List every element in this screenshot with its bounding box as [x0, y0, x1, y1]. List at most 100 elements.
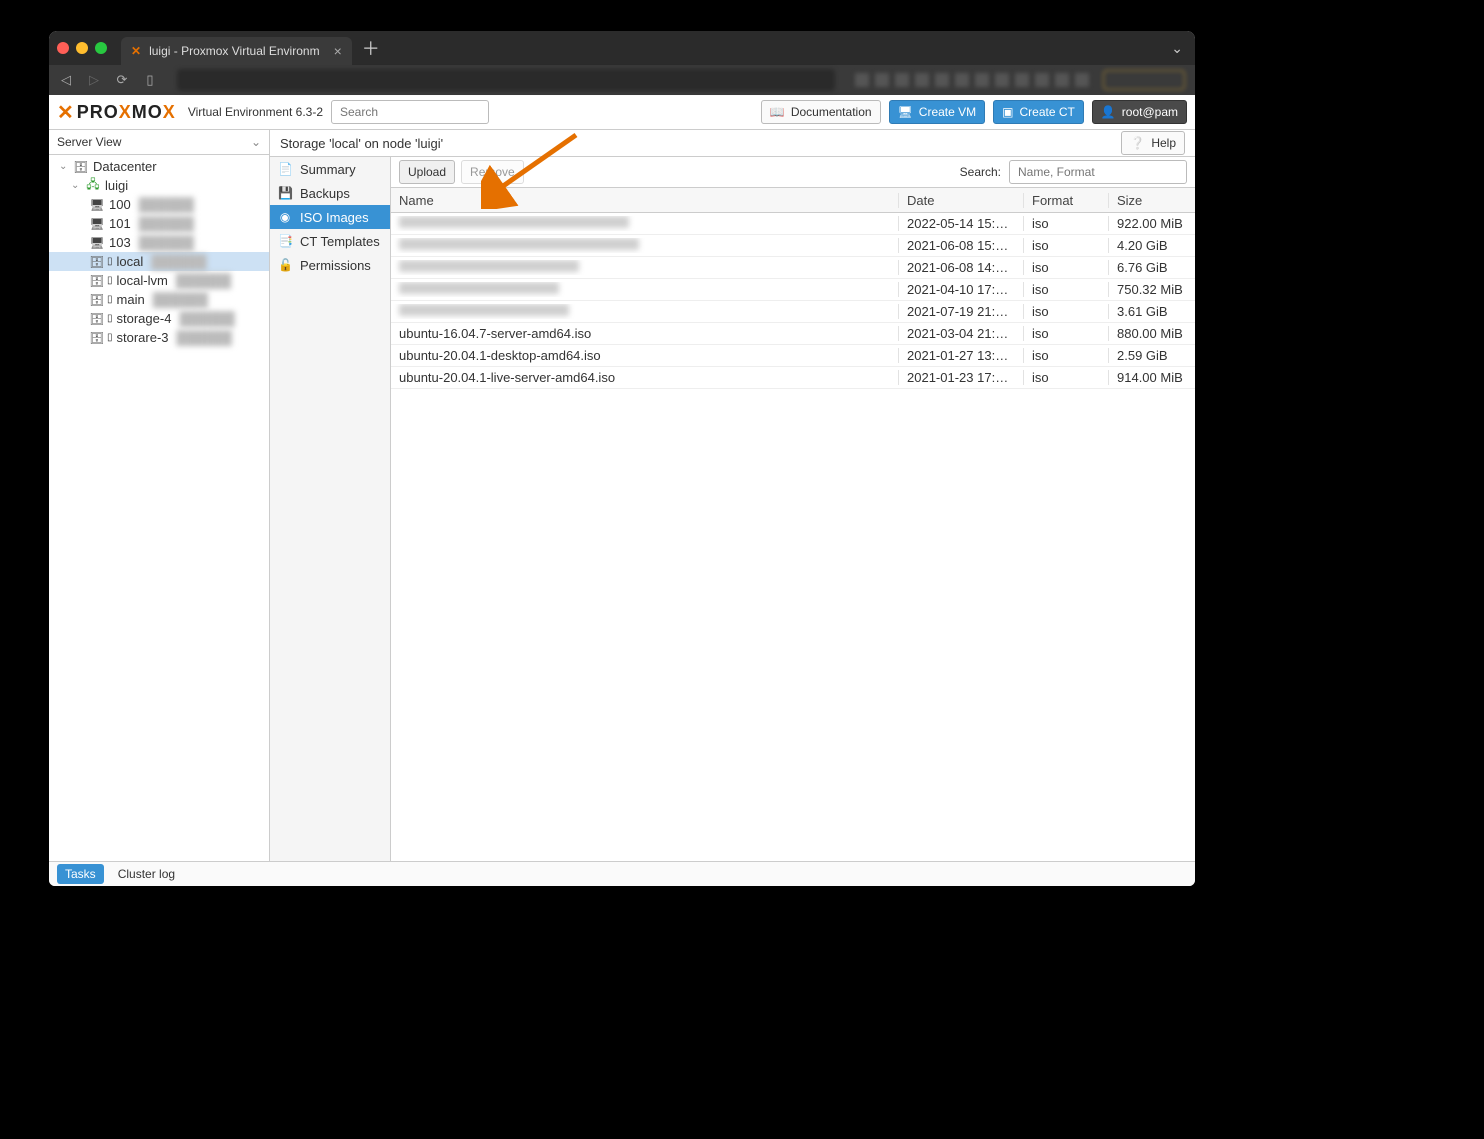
tree-vm-item[interactable]: 🖥103██████ — [49, 233, 269, 252]
proxmox-logo[interactable]: ✕ PROXMOX — [57, 100, 176, 125]
tree-storage-item[interactable]: 🗄▯storage-4██████ — [49, 309, 269, 328]
tab-label: Permissions — [300, 258, 371, 273]
cell-size: 922.00 MiB — [1109, 216, 1195, 231]
global-search-input[interactable] — [331, 100, 489, 124]
tree-datacenter[interactable]: ⌄ 🗄 Datacenter — [49, 157, 269, 176]
redacted-name — [399, 282, 559, 294]
subtab-summary[interactable]: 📄Summary — [270, 157, 390, 181]
table-row[interactable]: ubuntu-16.04.7-server-amd64.iso2021-03-0… — [391, 323, 1195, 345]
reader-icon[interactable]: ▯ — [143, 72, 157, 88]
tree-storage-item[interactable]: 🗄▯local██████ — [49, 252, 269, 271]
expand-icon: ⌄ — [71, 180, 81, 191]
table-row[interactable]: ubuntu-20.04.1-desktop-amd64.iso2021-01-… — [391, 345, 1195, 367]
col-format[interactable]: Format — [1024, 193, 1109, 208]
maximize-window-icon[interactable] — [95, 42, 107, 54]
col-name[interactable]: Name — [391, 193, 899, 208]
redacted-label: ██████ — [139, 197, 194, 212]
user-menu-button[interactable]: 👤root@pam — [1092, 100, 1187, 124]
table-row[interactable]: 2021-07-19 21:40:47iso3.61 GiB — [391, 301, 1195, 323]
profile-button[interactable] — [1103, 70, 1185, 90]
forward-icon[interactable]: ▷ — [87, 72, 101, 88]
subtab-permissions[interactable]: 🔓Permissions — [270, 253, 390, 277]
tree-item-label: 101 — [109, 216, 131, 231]
tree-vm-item[interactable]: 🖥101██████ — [49, 214, 269, 233]
disk-icon: ▯ — [107, 275, 113, 286]
table-row[interactable]: 2021-04-10 17:44:25iso750.32 MiB — [391, 279, 1195, 301]
tree-item-label: storare-3 — [117, 330, 169, 345]
redacted-label: ██████ — [177, 330, 232, 345]
redacted-name — [399, 238, 639, 250]
grid-header: Name Date Format Size — [391, 188, 1195, 213]
browser-tab[interactable]: ✕ luigi - Proxmox Virtual Environm × — [121, 37, 352, 65]
filter-input[interactable] — [1009, 160, 1187, 184]
monitor-icon: 🖥 — [89, 236, 105, 250]
cell-date: 2021-04-10 17:44:25 — [899, 282, 1024, 297]
redacted-label: ██████ — [176, 273, 231, 288]
help-button[interactable]: ❔Help — [1121, 131, 1185, 155]
cell-format: iso — [1024, 238, 1109, 253]
tree-node-luigi[interactable]: ⌄ 🖧 luigi — [49, 176, 269, 195]
tasks-tab[interactable]: Tasks — [57, 864, 104, 884]
back-icon[interactable]: ◁ — [59, 72, 73, 88]
cell-date: 2021-01-27 13:50:22 — [899, 348, 1024, 363]
storage-main: Upload Remove Search: Name Date Format S… — [391, 157, 1195, 861]
tree-storage-item[interactable]: 🗄▯local-lvm██████ — [49, 271, 269, 290]
cell-format: iso — [1024, 326, 1109, 341]
col-size[interactable]: Size — [1109, 193, 1195, 208]
close-tab-icon[interactable]: × — [334, 43, 342, 59]
upload-button[interactable]: Upload — [399, 160, 455, 184]
tree-storage-item[interactable]: 🗄▯storare-3██████ — [49, 328, 269, 347]
extension-icons[interactable] — [855, 73, 1089, 87]
redacted-label: ██████ — [139, 235, 194, 250]
tab-label: Summary — [300, 162, 356, 177]
database-icon: 🗄 — [89, 255, 105, 269]
proxmox-favicon-icon: ✕ — [131, 44, 141, 58]
documentation-button[interactable]: 📖Documentation — [761, 100, 881, 124]
database-icon: 🗄 — [89, 312, 105, 326]
create-ct-button[interactable]: ▣Create CT — [993, 100, 1084, 124]
help-icon: ❔ — [1130, 136, 1145, 150]
search-label: Search: — [960, 165, 1001, 179]
col-date[interactable]: Date — [899, 193, 1024, 208]
content-title-bar: Storage 'local' on node 'luigi' ❔Help — [270, 130, 1195, 157]
monitor-icon: 🖥 — [89, 217, 105, 231]
cell-size: 4.20 GiB — [1109, 238, 1195, 253]
table-row[interactable]: 2022-05-14 15:17:25iso922.00 MiB — [391, 213, 1195, 235]
tree-item-label: local — [117, 254, 144, 269]
subtab-backups[interactable]: 💾Backups — [270, 181, 390, 205]
minimize-window-icon[interactable] — [76, 42, 88, 54]
address-bar[interactable] — [177, 69, 835, 91]
cell-format: iso — [1024, 260, 1109, 275]
tabs-overflow-icon[interactable]: ⌄ — [1171, 40, 1183, 57]
app-window: ✕ luigi - Proxmox Virtual Environm × ＋ ⌄… — [49, 31, 1195, 886]
reload-icon[interactable]: ⟳ — [115, 72, 129, 88]
tree-vm-item[interactable]: 🖥100██████ — [49, 195, 269, 214]
view-selector[interactable]: Server View ⌄ — [49, 130, 269, 155]
iso-toolbar: Upload Remove Search: — [391, 157, 1195, 188]
new-tab-button[interactable]: ＋ — [362, 35, 380, 61]
tree-storage-item[interactable]: 🗄▯main██████ — [49, 290, 269, 309]
cell-name — [391, 282, 899, 297]
create-vm-button[interactable]: 🖥Create VM — [889, 100, 986, 124]
cluster-log-tab[interactable]: Cluster log — [118, 867, 175, 881]
main-body: Server View ⌄ ⌄ 🗄 Datacenter ⌄ 🖧 luigi 🖥… — [49, 130, 1195, 861]
table-row[interactable]: 2021-06-08 14:34:18iso6.76 GiB — [391, 257, 1195, 279]
tree-item-label: 100 — [109, 197, 131, 212]
tab-label: ISO Images — [300, 210, 369, 225]
table-row[interactable]: 2021-06-08 15:16:48iso4.20 GiB — [391, 235, 1195, 257]
subtab-iso-images[interactable]: ◉ISO Images — [270, 205, 390, 229]
subtab-ct-templates[interactable]: 📑CT Templates — [270, 229, 390, 253]
browser-toolbar: ◁ ▷ ⟳ ▯ — [49, 65, 1195, 95]
cell-date: 2021-07-19 21:40:47 — [899, 304, 1024, 319]
disk-icon: ▯ — [107, 313, 113, 324]
cell-name: ubuntu-16.04.7-server-amd64.iso — [391, 326, 899, 341]
disk-icon: ▯ — [107, 332, 113, 343]
remove-button[interactable]: Remove — [461, 160, 524, 184]
close-window-icon[interactable] — [57, 42, 69, 54]
browser-tab-strip: ✕ luigi - Proxmox Virtual Environm × ＋ ⌄ — [49, 31, 1195, 65]
cell-name — [391, 304, 899, 319]
table-row[interactable]: ubuntu-20.04.1-live-server-amd64.iso2021… — [391, 367, 1195, 389]
window-controls[interactable] — [57, 42, 107, 54]
book-icon: 📖 — [770, 105, 785, 119]
tab-title: luigi - Proxmox Virtual Environm — [149, 44, 320, 58]
